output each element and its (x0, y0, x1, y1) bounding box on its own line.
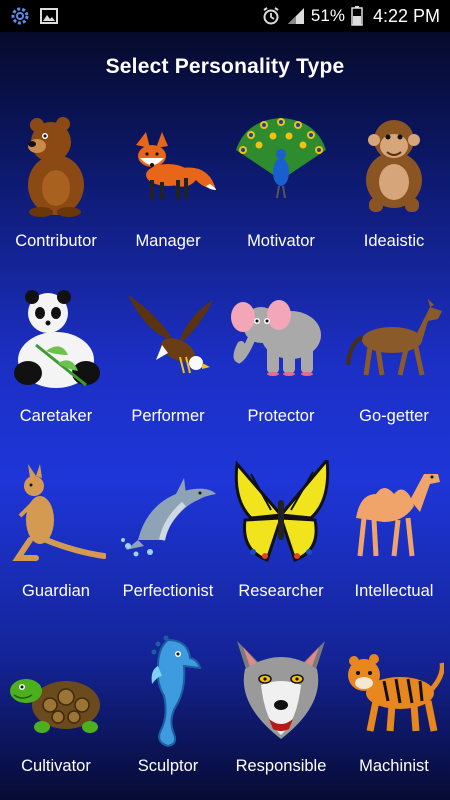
personality-manager[interactable]: Manager (112, 110, 224, 285)
seahorse-icon (118, 635, 218, 748)
personality-label: Machinist (359, 757, 429, 775)
personality-label: Responsible (235, 757, 327, 775)
personality-go-getter[interactable]: Go-getter (338, 285, 450, 460)
personality-perfectionist[interactable]: Perfectionist (112, 460, 224, 635)
kangaroo-icon (6, 460, 106, 570)
personality-caretaker[interactable]: Caretaker (0, 285, 112, 460)
personality-cultivator[interactable]: Cultivator (0, 635, 112, 800)
personality-label: Protector (247, 407, 315, 425)
peacock-icon (231, 110, 331, 220)
battery-percent: 51% (310, 6, 345, 25)
personality-researcher[interactable]: Researcher (225, 460, 337, 635)
personality-motivator[interactable]: Motivator (225, 110, 337, 285)
clock: 4:22 PM (372, 5, 440, 26)
personality-label: Contributor (15, 232, 97, 250)
wolf-icon (231, 635, 331, 745)
personality-grid: Contributor Manager Motivator Ideaistic … (0, 110, 450, 800)
personality-label: Go-getter (359, 407, 429, 425)
bear-icon (6, 110, 106, 220)
camel-icon (344, 460, 444, 570)
personality-label: Perfectionist (122, 582, 214, 600)
personality-label: Motivator (247, 232, 315, 250)
personality-label: Sculptor (137, 757, 199, 775)
tiger-icon (344, 635, 444, 745)
personality-guardian[interactable]: Guardian (0, 460, 112, 635)
personality-responsible[interactable]: Responsible (225, 635, 337, 800)
status-bar: 51% 4:22 PM (0, 0, 450, 32)
personality-sculptor[interactable]: Sculptor (112, 635, 224, 800)
battery-icon (351, 6, 363, 26)
personality-label: Ideaistic (363, 232, 425, 250)
dolphin-icon (118, 460, 218, 570)
personality-label: Researcher (238, 582, 324, 600)
panda-icon (6, 285, 106, 395)
fox-icon (118, 110, 218, 220)
alarm-icon (261, 6, 281, 26)
page-title: Select Personality Type (105, 55, 345, 78)
status-right: 51% 4:22 PM (261, 6, 440, 27)
personality-contributor[interactable]: Contributor (0, 110, 112, 285)
personality-machinist[interactable]: Machinist (338, 635, 450, 800)
personality-protector[interactable]: Protector (225, 285, 337, 460)
eagle-icon (118, 285, 218, 395)
elephant-icon (231, 285, 331, 395)
personality-label: Caretaker (19, 407, 93, 425)
personality-label: Guardian (22, 582, 90, 600)
gallery-image-icon (40, 7, 58, 25)
settings-gear-icon (10, 6, 30, 26)
personality-label: Performer (131, 407, 205, 425)
personality-ideaistic[interactable]: Ideaistic (338, 110, 450, 285)
personality-performer[interactable]: Performer (112, 285, 224, 460)
personality-label: Cultivator (21, 757, 91, 775)
horse-icon (344, 285, 444, 395)
personality-intellectual[interactable]: Intellectual (338, 460, 450, 635)
status-left (10, 6, 58, 26)
signal-icon (287, 7, 305, 25)
monkey-icon (344, 110, 444, 220)
personality-label: Intellectual (354, 582, 434, 600)
turtle-icon (6, 635, 106, 745)
butterfly-icon (231, 460, 331, 570)
personality-label: Manager (135, 232, 201, 250)
